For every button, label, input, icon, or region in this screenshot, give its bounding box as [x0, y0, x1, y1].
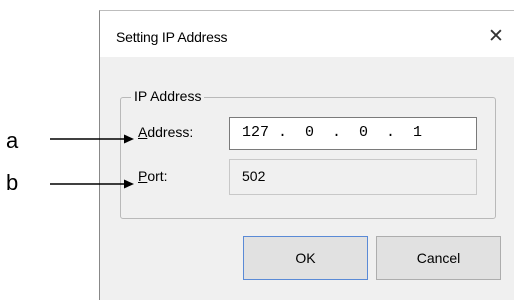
arrow-b-head	[124, 179, 134, 189]
arrow-a-head	[124, 134, 134, 144]
callout-arrows	[50, 134, 134, 189]
